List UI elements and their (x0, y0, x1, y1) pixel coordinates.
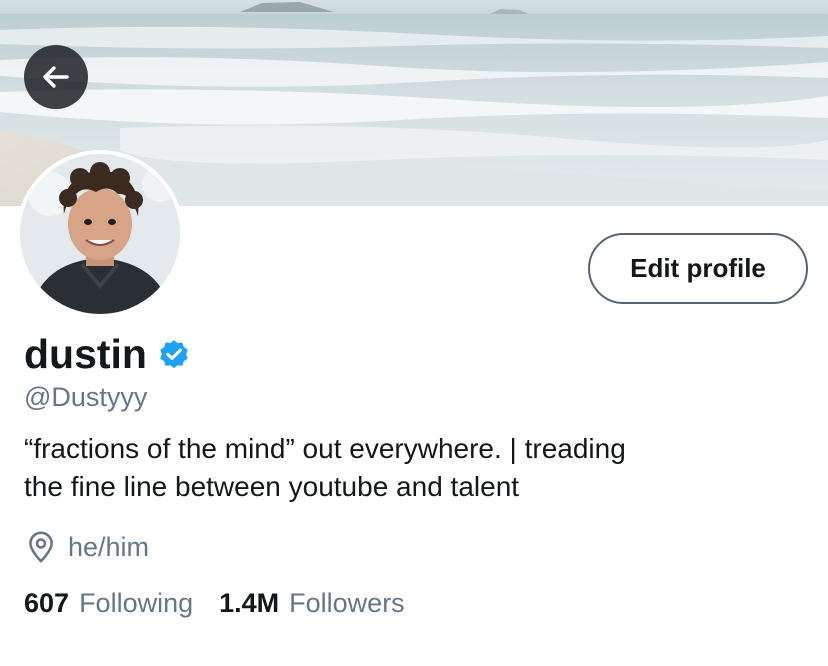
stats-row: 607 Following 1.4M Followers (24, 588, 405, 619)
followers-label: Followers (289, 588, 405, 618)
edit-profile-button[interactable]: Edit profile (588, 233, 808, 304)
verified-badge-icon (160, 340, 188, 369)
following-label: Following (79, 588, 194, 618)
bio-line: the fine line between youtube and talent (24, 471, 520, 502)
followers-stat[interactable]: 1.4M Followers (219, 588, 405, 619)
display-name: dustin (24, 331, 147, 377)
handle: @Dustyyy (24, 382, 148, 412)
back-button[interactable] (24, 45, 88, 109)
bio: “fractions of the mind” out everywhere. … (24, 430, 814, 506)
followers-count: 1.4M (219, 588, 280, 618)
location-text: he/him (68, 531, 150, 562)
following-count: 607 (24, 588, 70, 618)
name-row: dustin (24, 330, 191, 378)
location-row: he/him (24, 530, 149, 564)
avatar[interactable] (16, 150, 184, 318)
avatar-image (20, 154, 180, 314)
arrow-left-icon (43, 66, 69, 88)
location-pin-icon (29, 531, 53, 563)
following-stat[interactable]: 607 Following (24, 588, 193, 619)
bio-line: “fractions of the mind” out everywhere. … (24, 433, 626, 464)
